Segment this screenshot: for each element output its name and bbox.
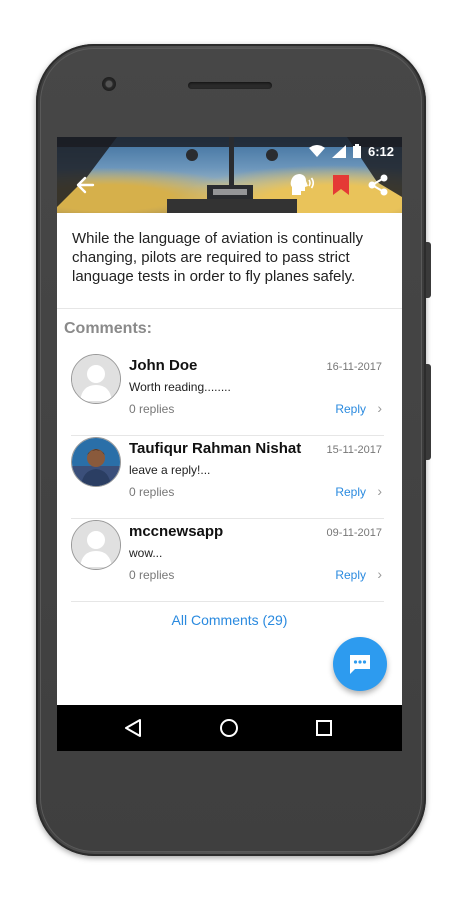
- comment-author[interactable]: mccnewsapp: [129, 523, 223, 540]
- nav-back-icon: [125, 719, 141, 737]
- nav-home-icon: [220, 719, 238, 737]
- comment-text: leave a reply!...: [129, 463, 211, 477]
- chevron-right-icon[interactable]: ›: [377, 400, 382, 416]
- comment-author[interactable]: John Doe: [129, 357, 197, 374]
- chevron-right-icon[interactable]: ›: [377, 566, 382, 582]
- article-header-image: 6:12: [57, 137, 402, 213]
- back-button[interactable]: [71, 171, 99, 199]
- reply-count[interactable]: 0 replies: [129, 485, 174, 499]
- comment-item: Taufiqur Rahman Nishat 15-11-2017 leave …: [71, 437, 384, 519]
- text-to-speech-button[interactable]: [288, 171, 316, 199]
- comment-author[interactable]: Taufiqur Rahman Nishat: [129, 440, 301, 457]
- comment-divider: [71, 601, 384, 602]
- chat-bubble-icon: [350, 655, 370, 674]
- status-bar: 6:12: [308, 141, 394, 161]
- avatar[interactable]: [71, 354, 121, 404]
- reply-count[interactable]: 0 replies: [129, 402, 174, 416]
- reply-button[interactable]: Reply: [335, 568, 366, 582]
- power-button: [426, 242, 431, 298]
- signal-icon: [331, 144, 346, 158]
- avatar[interactable]: [71, 437, 121, 487]
- nav-recents-icon: [316, 720, 332, 736]
- comment-date: 16-11-2017: [326, 361, 382, 373]
- nav-recents-button[interactable]: [313, 717, 335, 739]
- front-camera: [102, 77, 116, 91]
- status-time: 6:12: [367, 143, 394, 159]
- user-photo-avatar: [72, 438, 120, 486]
- app-screen: 6:12 While the language of aviation is c…: [57, 137, 402, 751]
- article-body-text: While the language of aviation is contin…: [72, 230, 364, 285]
- chevron-right-icon[interactable]: ›: [377, 483, 382, 499]
- comment-item: mccnewsapp 09-11-2017 wow... 0 replies R…: [71, 520, 384, 602]
- avatar[interactable]: [71, 520, 121, 570]
- comment-item: John Doe 16-11-2017 Worth reading.......…: [71, 354, 384, 436]
- wifi-icon: [308, 144, 325, 157]
- nav-home-button[interactable]: [218, 717, 240, 739]
- system-navigation-bar: [57, 705, 402, 751]
- comment-divider: [71, 435, 384, 436]
- share-icon: [368, 174, 388, 196]
- bookmark-icon: [333, 175, 349, 195]
- default-avatar-icon: [72, 355, 120, 403]
- add-comment-fab[interactable]: [333, 637, 387, 691]
- volume-button: [426, 364, 431, 460]
- reply-button[interactable]: Reply: [335, 485, 366, 499]
- reply-button[interactable]: Reply: [335, 402, 366, 416]
- comment-divider: [71, 518, 384, 519]
- earpiece-speaker: [188, 82, 272, 89]
- comment-date: 09-11-2017: [326, 527, 382, 539]
- arrow-back-icon: [76, 176, 95, 194]
- comment-text: Worth reading........: [129, 380, 231, 394]
- bookmark-button[interactable]: [327, 171, 355, 199]
- comment-date: 15-11-2017: [326, 444, 382, 456]
- reply-count[interactable]: 0 replies: [129, 568, 174, 582]
- nav-back-button[interactable]: [122, 717, 144, 739]
- battery-icon: [352, 144, 361, 158]
- comments-heading: Comments:: [64, 320, 153, 337]
- default-avatar-icon: [72, 521, 120, 569]
- section-divider: [57, 308, 402, 309]
- comment-text: wow...: [129, 546, 163, 560]
- share-button[interactable]: [364, 171, 392, 199]
- text-to-speech-icon: [290, 174, 315, 195]
- all-comments-link[interactable]: All Comments (29): [57, 612, 402, 628]
